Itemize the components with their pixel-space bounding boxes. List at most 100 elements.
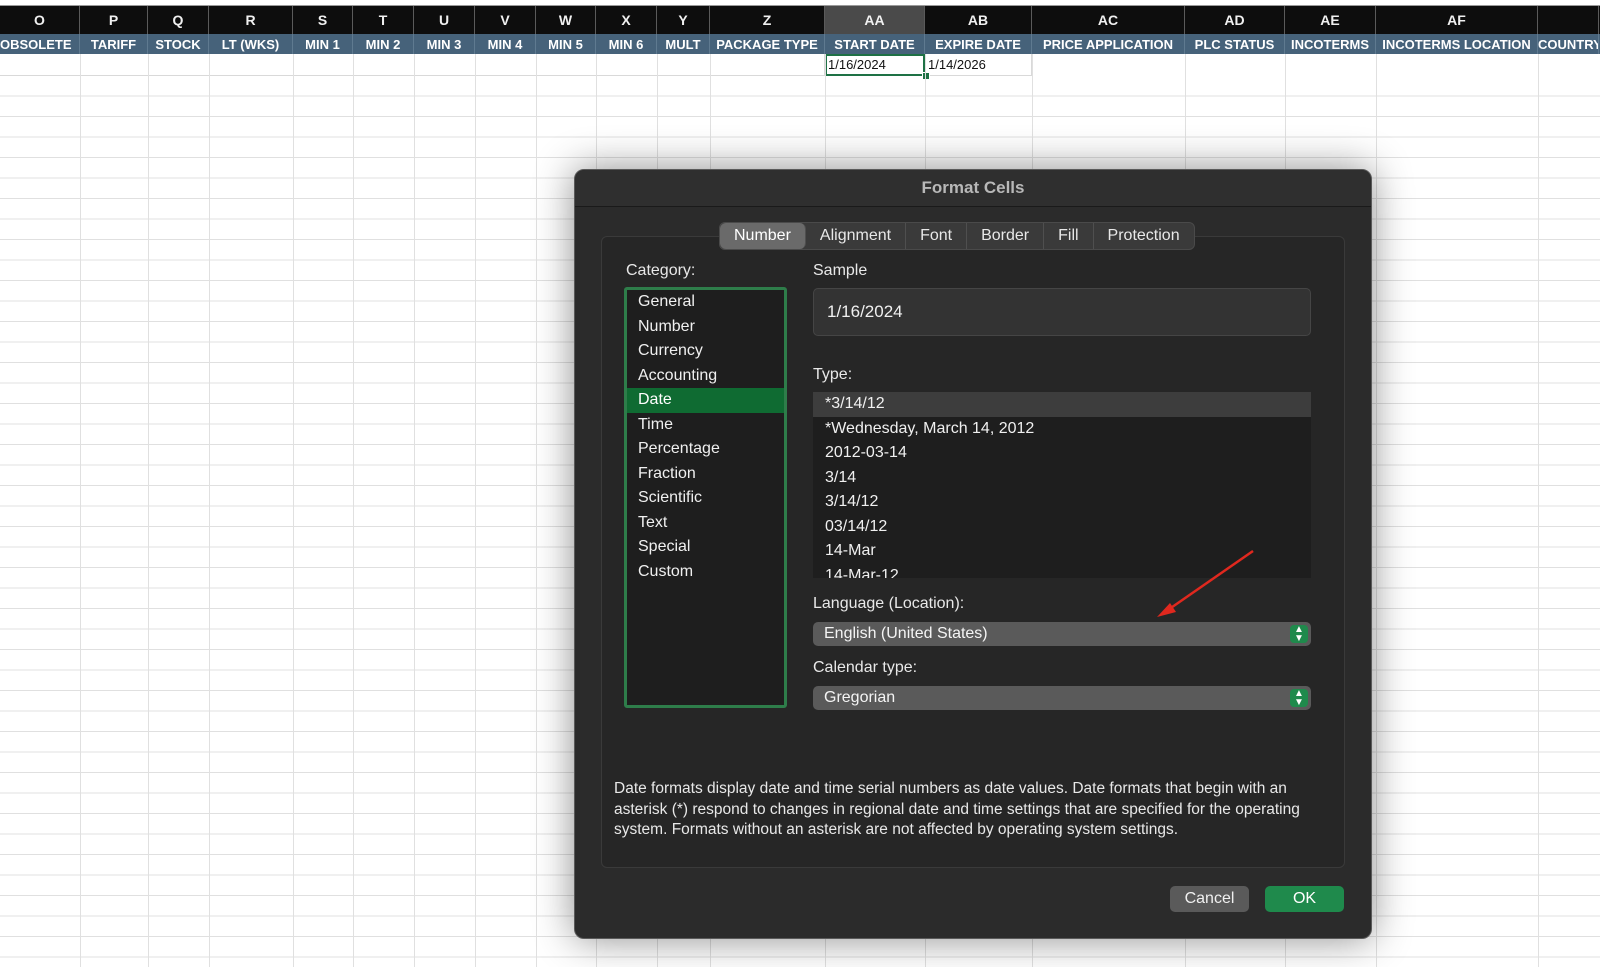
field-header-tariff[interactable]: TARIFF (80, 34, 148, 54)
dialog-title: Format Cells (575, 170, 1371, 207)
field-header-lt-wks[interactable]: LT (WKS) (209, 34, 293, 54)
type-item[interactable]: 3/14/12 (813, 490, 1311, 515)
tab-border[interactable]: Border (967, 223, 1045, 249)
empty-cells[interactable] (0, 54, 825, 76)
column-header-ag[interactable] (1538, 6, 1599, 34)
grid-line (80, 54, 81, 967)
column-header-q[interactable]: Q (148, 6, 209, 34)
field-header-incoterms-location[interactable]: INCOTERMS LOCATION (1376, 34, 1538, 54)
ok-button[interactable]: OK (1265, 886, 1344, 912)
column-header-row: O P Q R S T U V W X Y Z AA AB AC AD AE A… (0, 6, 1600, 34)
calendar-label: Calendar type: (813, 659, 918, 676)
data-row: 1/16/2024 1/14/2026 (0, 54, 1600, 76)
type-item[interactable]: 14-Mar (813, 539, 1311, 564)
tab-alignment[interactable]: Alignment (806, 223, 907, 249)
category-accounting[interactable]: Accounting (627, 364, 784, 389)
field-header-price-application[interactable]: PRICE APPLICATION (1032, 34, 1185, 54)
type-item[interactable]: 03/14/12 (813, 515, 1311, 540)
tab-number[interactable]: Number (720, 223, 806, 249)
type-list[interactable]: *3/14/12 *Wednesday, March 14, 2012 2012… (813, 392, 1311, 578)
column-header-r[interactable]: R (209, 6, 293, 34)
tab-fill[interactable]: Fill (1044, 223, 1094, 249)
field-header-stock[interactable]: STOCK (148, 34, 209, 54)
grid-line (536, 54, 537, 967)
language-select[interactable]: English (United States) ▲ ▼ (813, 622, 1311, 646)
field-header-row: OBSOLETE TARIFF STOCK LT (WKS) MIN 1 MIN… (0, 34, 1600, 54)
cell-start-date[interactable]: 1/16/2024 (825, 54, 925, 76)
category-special[interactable]: Special (627, 535, 784, 560)
type-item[interactable]: 2012-03-14 (813, 441, 1311, 466)
calendar-select-value: Gregorian (824, 689, 896, 706)
field-header-package-type[interactable]: PACKAGE TYPE (710, 34, 825, 54)
field-header-obsolete[interactable]: OBSOLETE (0, 34, 80, 54)
category-percentage[interactable]: Percentage (627, 437, 784, 462)
field-header-incoterms[interactable]: INCOTERMS (1285, 34, 1376, 54)
category-number[interactable]: Number (627, 315, 784, 340)
field-header-expire-date[interactable]: EXPIRE DATE (925, 34, 1032, 54)
sample-preview: 1/16/2024 (813, 288, 1311, 336)
cancel-button[interactable]: Cancel (1170, 886, 1249, 912)
type-item[interactable]: *Wednesday, March 14, 2012 (813, 417, 1311, 442)
type-item[interactable]: *3/14/12 (813, 392, 1311, 417)
type-item[interactable]: 14-Mar-12 (813, 564, 1311, 579)
grid-line (353, 54, 354, 967)
field-header-min-1[interactable]: MIN 1 (293, 34, 353, 54)
category-custom[interactable]: Custom (627, 560, 784, 585)
grid-line (475, 54, 476, 967)
sample-label: Sample (813, 262, 868, 279)
field-header-min-6[interactable]: MIN 6 (596, 34, 657, 54)
category-label: Category: (626, 262, 696, 279)
language-select-value: English (United States) (824, 625, 988, 642)
type-item[interactable]: 3/14 (813, 466, 1311, 491)
column-header-z[interactable]: Z (710, 6, 825, 34)
format-cells-dialog: Format Cells Number Alignment Font Borde… (574, 169, 1372, 939)
category-general[interactable]: General (627, 290, 784, 315)
field-header-min-3[interactable]: MIN 3 (414, 34, 475, 54)
column-header-o[interactable]: O (0, 6, 80, 34)
category-text[interactable]: Text (627, 511, 784, 536)
field-header-min-4[interactable]: MIN 4 (475, 34, 536, 54)
column-header-ae[interactable]: AE (1285, 6, 1376, 34)
language-label: Language (Location): (813, 595, 965, 612)
grid-line (209, 54, 210, 967)
field-header-plc-status[interactable]: PLC STATUS (1185, 34, 1285, 54)
chevron-updown-icon: ▲ ▼ (1290, 625, 1308, 644)
field-header-country[interactable]: COUNTRY (1538, 34, 1599, 54)
cell-expire-date[interactable]: 1/14/2026 (925, 54, 1032, 76)
column-header-ab[interactable]: AB (925, 6, 1032, 34)
field-header-min-2[interactable]: MIN 2 (353, 34, 414, 54)
column-header-p[interactable]: P (80, 6, 148, 34)
column-header-ad[interactable]: AD (1185, 6, 1285, 34)
grid-line (414, 54, 415, 967)
column-header-x[interactable]: X (596, 6, 657, 34)
column-header-af[interactable]: AF (1376, 6, 1538, 34)
grid-line (1376, 54, 1377, 967)
category-currency[interactable]: Currency (627, 339, 784, 364)
grid-line (1538, 54, 1539, 967)
field-header-mult[interactable]: MULT (657, 34, 710, 54)
column-header-ac[interactable]: AC (1032, 6, 1185, 34)
grid-line (293, 54, 294, 967)
category-time[interactable]: Time (627, 413, 784, 438)
category-scientific[interactable]: Scientific (627, 486, 784, 511)
calendar-select[interactable]: Gregorian ▲ ▼ (813, 686, 1311, 710)
category-date[interactable]: Date (627, 388, 784, 413)
column-header-w[interactable]: W (536, 6, 596, 34)
category-fraction[interactable]: Fraction (627, 462, 784, 487)
column-header-u[interactable]: U (414, 6, 475, 34)
tab-protection[interactable]: Protection (1094, 223, 1194, 249)
category-list[interactable]: General Number Currency Accounting Date … (624, 287, 787, 708)
column-header-v[interactable]: V (475, 6, 536, 34)
field-header-start-date[interactable]: START DATE (825, 34, 925, 54)
column-header-y[interactable]: Y (657, 6, 710, 34)
chevron-updown-icon: ▲ ▼ (1290, 689, 1308, 708)
tab-bar: Number Alignment Font Border Fill Protec… (719, 222, 1195, 250)
format-description: Date formats display date and time seria… (614, 780, 1300, 838)
type-label: Type: (813, 366, 853, 383)
tab-font[interactable]: Font (906, 223, 968, 249)
column-header-aa[interactable]: AA (825, 6, 925, 34)
field-header-min-5[interactable]: MIN 5 (536, 34, 596, 54)
column-header-s[interactable]: S (293, 6, 353, 34)
column-header-t[interactable]: T (353, 6, 414, 34)
grid-line (148, 54, 149, 967)
